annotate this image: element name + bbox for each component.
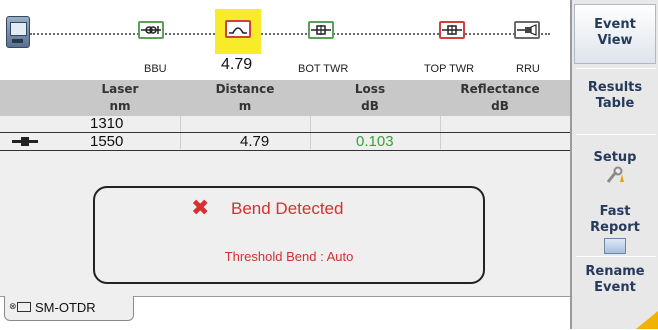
setup-button[interactable]: Setup	[574, 150, 656, 186]
table-row[interactable]: 1310	[0, 116, 570, 131]
event-strip: BBU 4.79 BOT TWR TOP TWR RRU	[0, 0, 570, 80]
bend-event-icon[interactable]	[225, 20, 251, 38]
results-table-header: Laser nm Distance m Loss dB Reflectance dB	[0, 80, 570, 116]
event-view-button[interactable]: Event View	[574, 4, 656, 64]
bottom-tab-bar: ⊗ SM-OTDR	[0, 296, 570, 330]
side-menu: Event View Results Table Setup Fast Report …	[570, 0, 658, 329]
rru-end-icon[interactable]	[514, 21, 540, 39]
fiber-link-line	[30, 33, 550, 35]
threshold-text: Threshold Bend : Auto	[224, 249, 354, 264]
otdr-device-icon	[6, 16, 30, 48]
rename-event-button[interactable]: Rename Event	[574, 264, 656, 296]
bbu-label: BBU	[144, 63, 167, 75]
error-x-icon: ✖	[191, 196, 210, 221]
top-twr-label: TOP TWR	[424, 63, 475, 75]
bot-twr-label: BOT TWR	[298, 63, 349, 75]
bbu-connector-icon[interactable]	[138, 21, 164, 39]
fiber-connector-icon	[12, 137, 38, 146]
laser-cell: 1550	[90, 133, 124, 150]
rru-label: RRU	[516, 63, 540, 75]
selected-event-highlight[interactable]	[215, 9, 261, 54]
fast-report-button[interactable]: Fast Report	[574, 204, 656, 254]
alert-title: Bend Detected	[231, 199, 344, 218]
event-distance-label: 4.79	[221, 56, 253, 73]
top-twr-splice-icon[interactable]	[439, 21, 465, 39]
tab-sm-otdr[interactable]: ⊗ SM-OTDR	[4, 296, 134, 321]
results-table-button[interactable]: Results Table	[574, 80, 656, 112]
column-header-laser: Laser nm	[101, 82, 139, 113]
column-header-distance: Distance m	[215, 82, 275, 113]
report-icon	[604, 238, 626, 254]
tools-icon	[604, 166, 626, 184]
corner-accent	[636, 311, 658, 329]
laser-cell: 1310	[90, 115, 124, 132]
table-row-selected[interactable]: 1550 4.79 0.103	[0, 132, 570, 151]
main-panel: BBU 4.79 BOT TWR TOP TWR RRU Laser nm Dis…	[0, 0, 570, 330]
distance-cell: 4.79	[240, 133, 270, 150]
column-header-reflectance: Reflectance dB	[460, 82, 540, 113]
bot-twr-splice-icon[interactable]	[308, 21, 334, 39]
tab-label: SM-OTDR	[35, 300, 96, 315]
otdr-module-icon	[17, 302, 31, 312]
bend-alert-dialog: ✖ Bend Detected Threshold Bend : Auto	[93, 186, 485, 284]
loss-cell: 0.103	[356, 133, 394, 150]
close-dot-icon[interactable]: ⊗	[9, 302, 17, 312]
column-header-loss: Loss dB	[354, 82, 386, 113]
